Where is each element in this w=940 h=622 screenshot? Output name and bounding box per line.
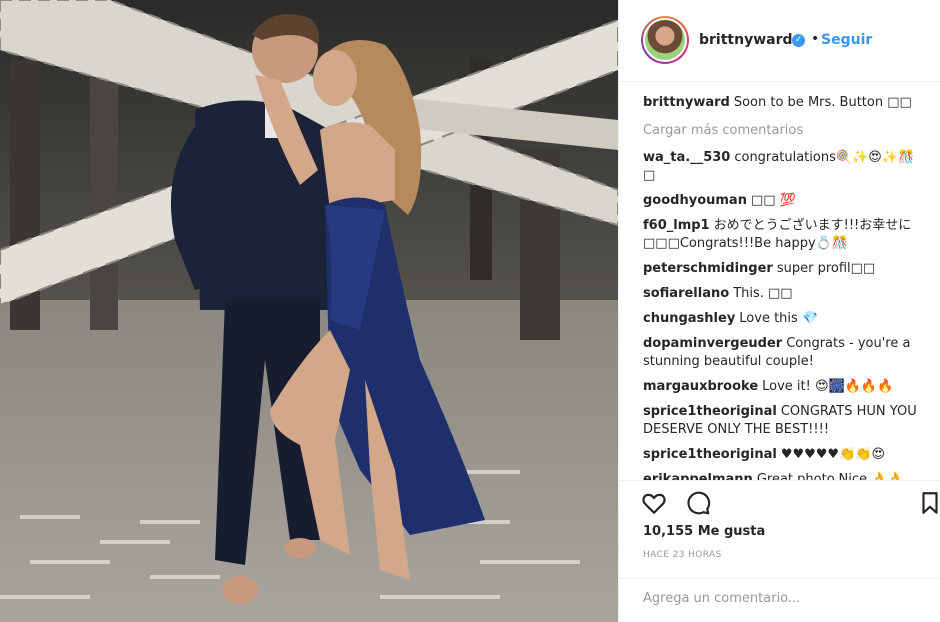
comment-text: super profil□□ <box>776 261 876 276</box>
bookmark-icon[interactable] <box>917 490 940 516</box>
caption-username[interactable]: brittnyward <box>643 95 730 110</box>
comment-item: dopaminvergeuder Congrats - you're a stun… <box>643 335 919 371</box>
heart-outline-icon[interactable] <box>641 490 667 516</box>
avatar[interactable] <box>641 16 689 64</box>
likes-count[interactable]: 10,155 Me gusta <box>643 524 765 539</box>
comment-username[interactable]: dopaminvergeuder <box>643 336 782 351</box>
comment-text: □□ 💯 <box>750 193 796 208</box>
dot-separator: • <box>811 31 820 47</box>
comment-text: ♥♥♥♥♥👏👏😍 <box>780 447 886 462</box>
comment-username[interactable]: wa_ta.__530 <box>643 150 730 165</box>
comment-input[interactable] <box>643 591 913 606</box>
comment-username[interactable]: goodhyouman <box>643 193 747 208</box>
post-header: brittnyward ✓ • Seguir <box>619 0 940 82</box>
comments-list[interactable]: brittnyward Soon to be Mrs. Button □□ Car… <box>619 82 940 480</box>
post-photo[interactable] <box>0 0 618 622</box>
comment-username[interactable]: margauxbrooke <box>643 379 758 394</box>
load-more-comments-link[interactable]: Cargar más comentarios <box>643 122 919 140</box>
comment-username[interactable]: sprice1theoriginal <box>643 447 777 462</box>
comment-text: Great photo.Nice.👌👌 <box>756 472 904 480</box>
comment-username[interactable]: sofiarellano <box>643 286 729 301</box>
verified-badge-icon: ✓ <box>792 34 805 47</box>
comment-item: erikappelmann Great photo.Nice.👌👌 <box>643 471 919 480</box>
comment-item: sprice1theoriginal CONGRATS HUN YOU DESER… <box>643 403 919 439</box>
comment-username[interactable]: sprice1theoriginal <box>643 404 777 419</box>
comment-item: peterschmidinger super profil□□ <box>643 260 919 278</box>
post-image <box>0 0 618 622</box>
comment-username[interactable]: erikappelmann <box>643 472 753 480</box>
comment-username[interactable]: f60_lmp1 <box>643 218 710 233</box>
follow-button[interactable]: Seguir <box>821 32 872 48</box>
comment-item: goodhyouman □□ 💯 <box>643 192 919 210</box>
comment-item: f60_lmp1 おめでとうございます!!!お幸せに□□□Congrats!!!B… <box>643 217 919 253</box>
comment-text: This. □□ <box>733 286 793 301</box>
comment-username[interactable]: peterschmidinger <box>643 261 773 276</box>
post-side-panel: brittnyward ✓ • Seguir brittnyward Soon t… <box>618 0 940 622</box>
comment-text: Love this 💎 <box>739 311 819 326</box>
post-timestamp: HACE 23 HORAS <box>643 550 722 560</box>
comment-item: margauxbrooke Love it! 😍🎆🔥🔥🔥 <box>643 378 919 396</box>
comment-username[interactable]: chungashley <box>643 311 735 326</box>
comment-item: sprice1theoriginal ♥♥♥♥♥👏👏😍 <box>643 446 919 464</box>
comment-item: sofiarellano This. □□ <box>643 285 919 303</box>
caption-text: Soon to be Mrs. Button □□ <box>733 95 912 110</box>
action-bar <box>619 480 940 522</box>
comment-bubble-icon[interactable] <box>685 490 711 516</box>
post-caption: brittnyward Soon to be Mrs. Button □□ <box>643 94 919 112</box>
comment-text: Love it! 😍🎆🔥🔥🔥 <box>762 379 894 394</box>
comment-item: wa_ta.__530 congratulations🍭✨😍✨🎊□ <box>643 149 919 185</box>
header-username[interactable]: brittnyward <box>699 32 793 48</box>
add-comment-bar <box>619 578 940 622</box>
comment-item: chungashley Love this 💎 <box>643 310 919 328</box>
